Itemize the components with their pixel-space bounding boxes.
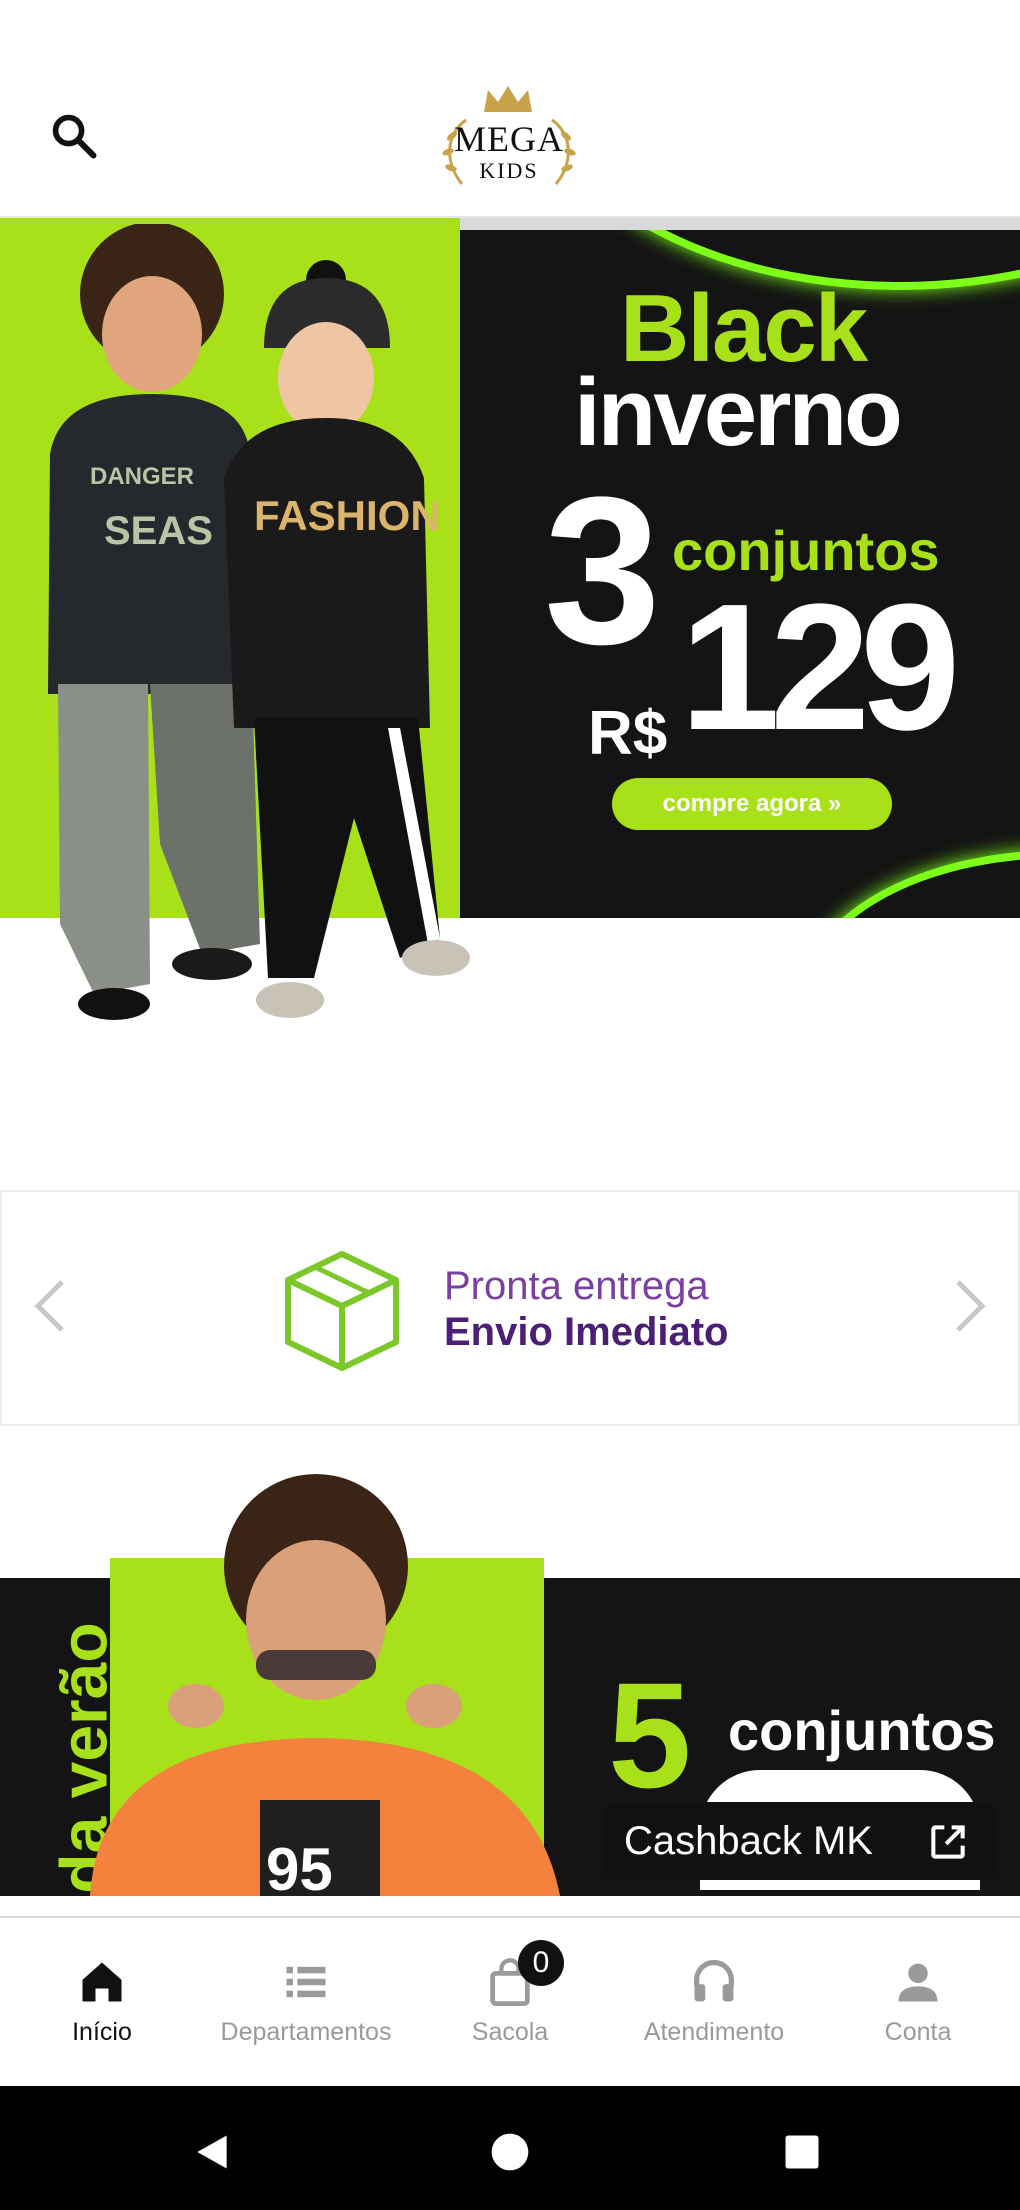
- nav-item-atendimento[interactable]: Atendimento: [612, 1918, 816, 2086]
- kid1-shirt-text: DANGER: [90, 463, 194, 490]
- nav-label-conta: Conta: [884, 2018, 952, 2046]
- system-recents-button[interactable]: [772, 2122, 832, 2182]
- cashback-label: Cashback MK: [624, 1818, 873, 1863]
- hero-title-inverno: inverno: [574, 359, 903, 466]
- carousel-next-button[interactable]: [940, 1276, 1000, 1336]
- cart-count-badge: 0: [518, 1940, 564, 1986]
- nav-item-sacola[interactable]: 0 Sacola: [408, 1918, 612, 2086]
- hero-top-strip: [460, 218, 1020, 230]
- logo-text-top: MEGA: [454, 119, 564, 159]
- chevron-left-icon: [34, 1280, 64, 1332]
- banner2-quantity-label: conjuntos: [728, 1699, 996, 1762]
- neon-curve-bottom: [800, 850, 1020, 918]
- hero-price: 129: [680, 567, 960, 768]
- system-home-button[interactable]: [480, 2122, 540, 2182]
- back-triangle-icon: [197, 2135, 227, 2169]
- home-circle-icon: [491, 2133, 529, 2171]
- banner2-quantity: 5: [608, 1651, 692, 1819]
- chevron-right-icon: [956, 1280, 986, 1332]
- search-button[interactable]: [38, 100, 110, 172]
- nav-label-inicio: Início: [72, 2018, 132, 2046]
- hero-banner[interactable]: DANGER SEAS FASHION Black inverno 3 conj…: [0, 218, 1020, 1098]
- nav-item-departamentos[interactable]: Departamentos: [204, 1918, 408, 2086]
- nav-item-conta[interactable]: Conta: [816, 1918, 1020, 2086]
- nav-item-inicio[interactable]: Início: [0, 1918, 204, 2086]
- mega-kids-logo[interactable]: MEGA KIDS: [434, 80, 584, 192]
- kid3-shirt-text: 95: [266, 1836, 333, 1896]
- external-link-icon: [931, 1825, 965, 1859]
- app-header: MEGA KIDS: [0, 0, 1020, 218]
- carousel-prev-button[interactable]: [20, 1276, 80, 1336]
- kid2-shirt-text: FASHION: [254, 492, 441, 539]
- system-back-button[interactable]: [182, 2122, 242, 2182]
- bottom-navigation: Início Departamentos 0 Sacola Atendiment…: [0, 1916, 1020, 2086]
- headset-icon: [694, 1959, 734, 2002]
- box-icon: [285, 1251, 399, 1371]
- list-icon: [286, 1966, 326, 1998]
- nav-label-departamentos: Departamentos: [220, 2018, 392, 2046]
- home-icon: [82, 1962, 122, 2002]
- kid-sunglasses-image: 95: [90, 1474, 560, 1896]
- hero-currency: R$: [588, 699, 668, 768]
- nav-label-atendimento: Atendimento: [643, 2018, 785, 2046]
- info-line-1: Pronta entrega: [444, 1264, 709, 1308]
- info-carousel: Pronta entrega Envio Imediato: [0, 1190, 1020, 1426]
- search-icon: [52, 114, 97, 159]
- hero-quantity: 3: [544, 453, 661, 688]
- logo-text-bottom: KIDS: [479, 158, 539, 183]
- info-line-2: Envio Imediato: [444, 1310, 729, 1354]
- hero-cta-button[interactable]: compre agora »: [612, 778, 892, 830]
- cashback-button[interactable]: Cashback MK: [604, 1802, 996, 1880]
- system-navigation-bar: [0, 2086, 1020, 2210]
- nav-label-sacola: Sacola: [471, 2018, 549, 2046]
- crown-icon: [484, 86, 532, 112]
- kid-girl-image: FASHION: [224, 260, 470, 1018]
- svg-text:SEAS: SEAS: [104, 509, 213, 553]
- user-icon: [898, 1963, 938, 2002]
- recents-square-icon: [785, 2135, 819, 2169]
